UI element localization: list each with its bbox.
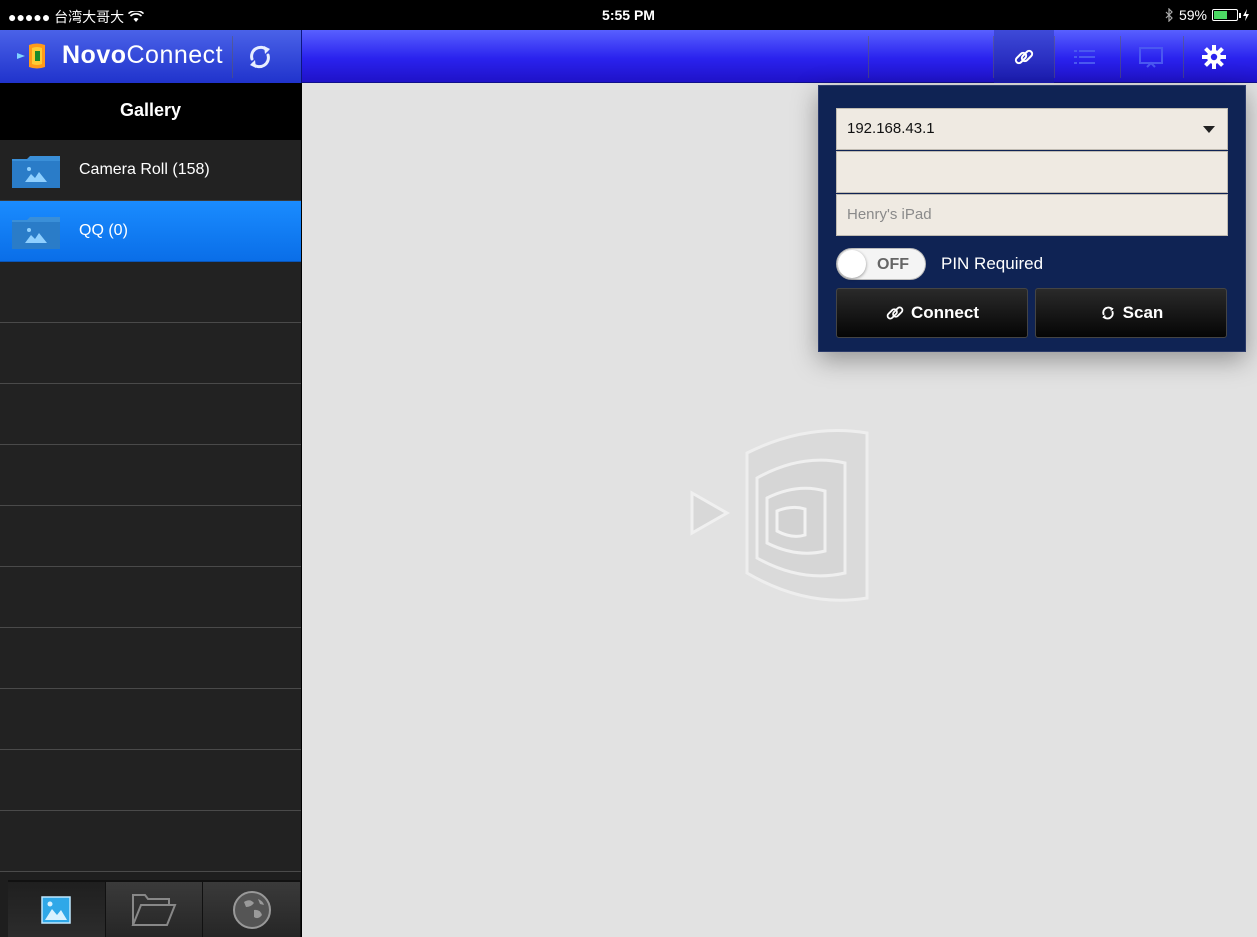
status-right: 59%: [1165, 7, 1249, 23]
pin-required-toggle[interactable]: OFF: [836, 248, 926, 280]
battery-icon: [1212, 9, 1241, 21]
tab-web[interactable]: [203, 882, 302, 937]
list-item: [0, 811, 301, 872]
list-item: [0, 323, 301, 384]
list-icon: [1074, 49, 1095, 64]
screen-button[interactable]: [1121, 30, 1181, 83]
sidebar-title: Gallery: [0, 83, 301, 140]
novo-logo-icon: [17, 43, 45, 69]
link-icon: [886, 306, 904, 320]
link-icon: [1014, 49, 1034, 64]
gallery-list: Camera Roll (158) QQ (0): [0, 140, 301, 872]
list-item: [0, 628, 301, 689]
novo-watermark-icon: [690, 429, 869, 602]
folder-open-icon: [131, 893, 177, 926]
tab-gallery[interactable]: [8, 882, 106, 937]
pin-field[interactable]: [836, 151, 1228, 193]
nav-bar: NovoConnect: [0, 30, 1257, 83]
gallery-item-label: QQ (0): [79, 222, 128, 239]
photo-folder-icon: [12, 217, 60, 249]
status-bar: ●●●●● 台湾大哥大 5:55 PM 59%: [0, 0, 1257, 30]
list-item: [0, 506, 301, 567]
gallery-item-camera-roll[interactable]: Camera Roll (158): [0, 140, 301, 201]
status-time: 5:55 PM: [602, 7, 655, 23]
gallery-icon: [41, 895, 72, 924]
tab-files[interactable]: [105, 882, 204, 937]
ip-address-select[interactable]: 192.168.43.1: [836, 108, 1228, 150]
screen-icon: [1139, 46, 1163, 68]
list-item: [0, 262, 301, 323]
gear-icon: [1202, 44, 1226, 69]
toggle-knob: [838, 250, 866, 278]
bluetooth-icon: [1165, 8, 1173, 22]
toggle-state-label: OFF: [877, 256, 909, 273]
chevron-down-icon: [1203, 126, 1215, 133]
connect-button[interactable]: Connect: [836, 288, 1028, 338]
nav-divider: [232, 36, 233, 78]
battery-percent: 59%: [1178, 7, 1207, 23]
settings-button[interactable]: [1184, 30, 1244, 83]
refresh-icon: [1101, 306, 1114, 320]
app-header: NovoConnect: [0, 30, 302, 83]
gallery-item-qq[interactable]: QQ (0): [0, 201, 301, 262]
list-item: [0, 384, 301, 445]
connect-button-label: Connect: [911, 303, 979, 322]
battery-fill: [1214, 11, 1227, 19]
app-title: NovoConnect: [62, 41, 223, 70]
scan-button[interactable]: Scan: [1035, 288, 1227, 338]
scan-button-label: Scan: [1122, 303, 1164, 322]
list-item: [0, 567, 301, 628]
gallery-sidebar: Gallery Camera Roll (158) QQ (0): [0, 83, 302, 937]
list-item: [0, 445, 301, 506]
list-button[interactable]: [1055, 30, 1115, 83]
ip-address-value: 192.168.43.1: [847, 120, 935, 137]
app-title-bold: Novo: [62, 41, 127, 69]
connect-link-button[interactable]: [994, 30, 1054, 83]
list-item: [0, 689, 301, 750]
globe-icon: [232, 890, 271, 929]
connect-popover: 192.168.43.1 Henry's iPad OFF PIN Requir…: [818, 85, 1246, 352]
device-name-field[interactable]: Henry's iPad: [836, 194, 1228, 236]
nav-divider: [868, 36, 869, 78]
charging-icon: [1243, 9, 1249, 21]
bottom-tab-bar: [8, 880, 302, 937]
app-title-regular: Connect: [126, 41, 224, 69]
photo-folder-icon: [12, 156, 60, 188]
list-item: [0, 750, 301, 811]
pin-required-label: PIN Required: [941, 254, 1044, 273]
gallery-item-label: Camera Roll (158): [79, 161, 210, 178]
refresh-icon[interactable]: [244, 41, 276, 73]
